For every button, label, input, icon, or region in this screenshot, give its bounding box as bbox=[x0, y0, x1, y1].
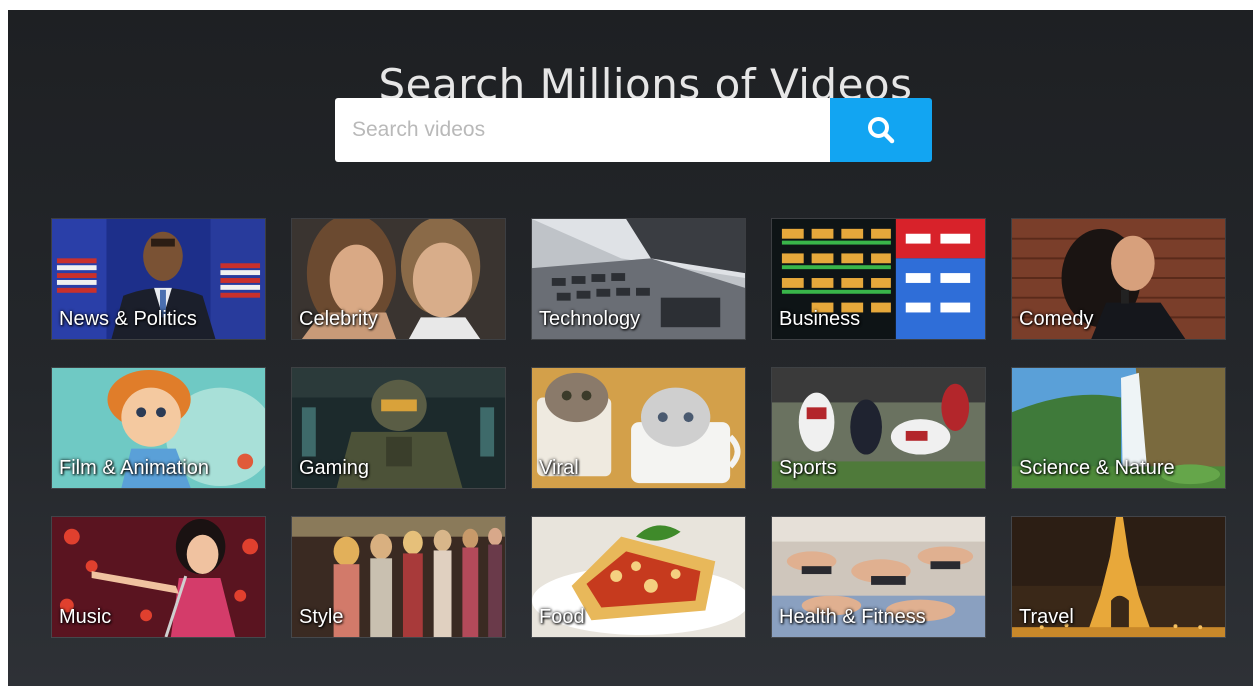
search-bar bbox=[335, 98, 932, 162]
search-button[interactable] bbox=[830, 98, 932, 162]
category-tile-film-animation[interactable]: Film & Animation bbox=[51, 367, 266, 489]
category-label: Viral bbox=[539, 457, 579, 479]
category-tile-style[interactable]: Style bbox=[291, 516, 506, 638]
category-grid: News & Politics Celebrity Technology Bus… bbox=[51, 218, 1226, 638]
category-tile-travel[interactable]: Travel bbox=[1011, 516, 1226, 638]
category-label: Music bbox=[59, 606, 112, 628]
category-label: Science & Nature bbox=[1019, 457, 1175, 479]
category-label: Celebrity bbox=[299, 308, 378, 330]
category-tile-business[interactable]: Business bbox=[771, 218, 986, 340]
category-label: Sports bbox=[779, 457, 837, 479]
category-tile-science-nature[interactable]: Science & Nature bbox=[1011, 367, 1226, 489]
category-label: Travel bbox=[1019, 606, 1074, 628]
category-label: Business bbox=[779, 308, 861, 330]
category-tile-health-fitness[interactable]: Health & Fitness bbox=[771, 516, 986, 638]
category-tile-sports[interactable]: Sports bbox=[771, 367, 986, 489]
category-tile-comedy[interactable]: Comedy bbox=[1011, 218, 1226, 340]
category-tile-celebrity[interactable]: Celebrity bbox=[291, 218, 506, 340]
category-label: Style bbox=[299, 606, 344, 628]
category-label: News & Politics bbox=[59, 308, 197, 330]
search-icon bbox=[868, 117, 895, 144]
category-tile-technology[interactable]: Technology bbox=[531, 218, 746, 340]
search-input[interactable] bbox=[335, 98, 830, 162]
category-tile-viral[interactable]: Viral bbox=[531, 367, 746, 489]
category-tile-gaming[interactable]: Gaming bbox=[291, 367, 506, 489]
category-tile-food[interactable]: Food bbox=[531, 516, 746, 638]
category-label: Health & Fitness bbox=[779, 606, 926, 628]
category-label: Gaming bbox=[299, 457, 370, 479]
category-tile-news-politics[interactable]: News & Politics bbox=[51, 218, 266, 340]
category-label: Comedy bbox=[1019, 308, 1094, 330]
page-background: Search Millions of Videos Search videos … bbox=[8, 10, 1253, 686]
category-tile-music[interactable]: Music bbox=[51, 516, 266, 638]
category-label: Technology bbox=[539, 308, 641, 330]
category-label: Food bbox=[539, 606, 585, 628]
category-label: Film & Animation bbox=[59, 457, 210, 479]
